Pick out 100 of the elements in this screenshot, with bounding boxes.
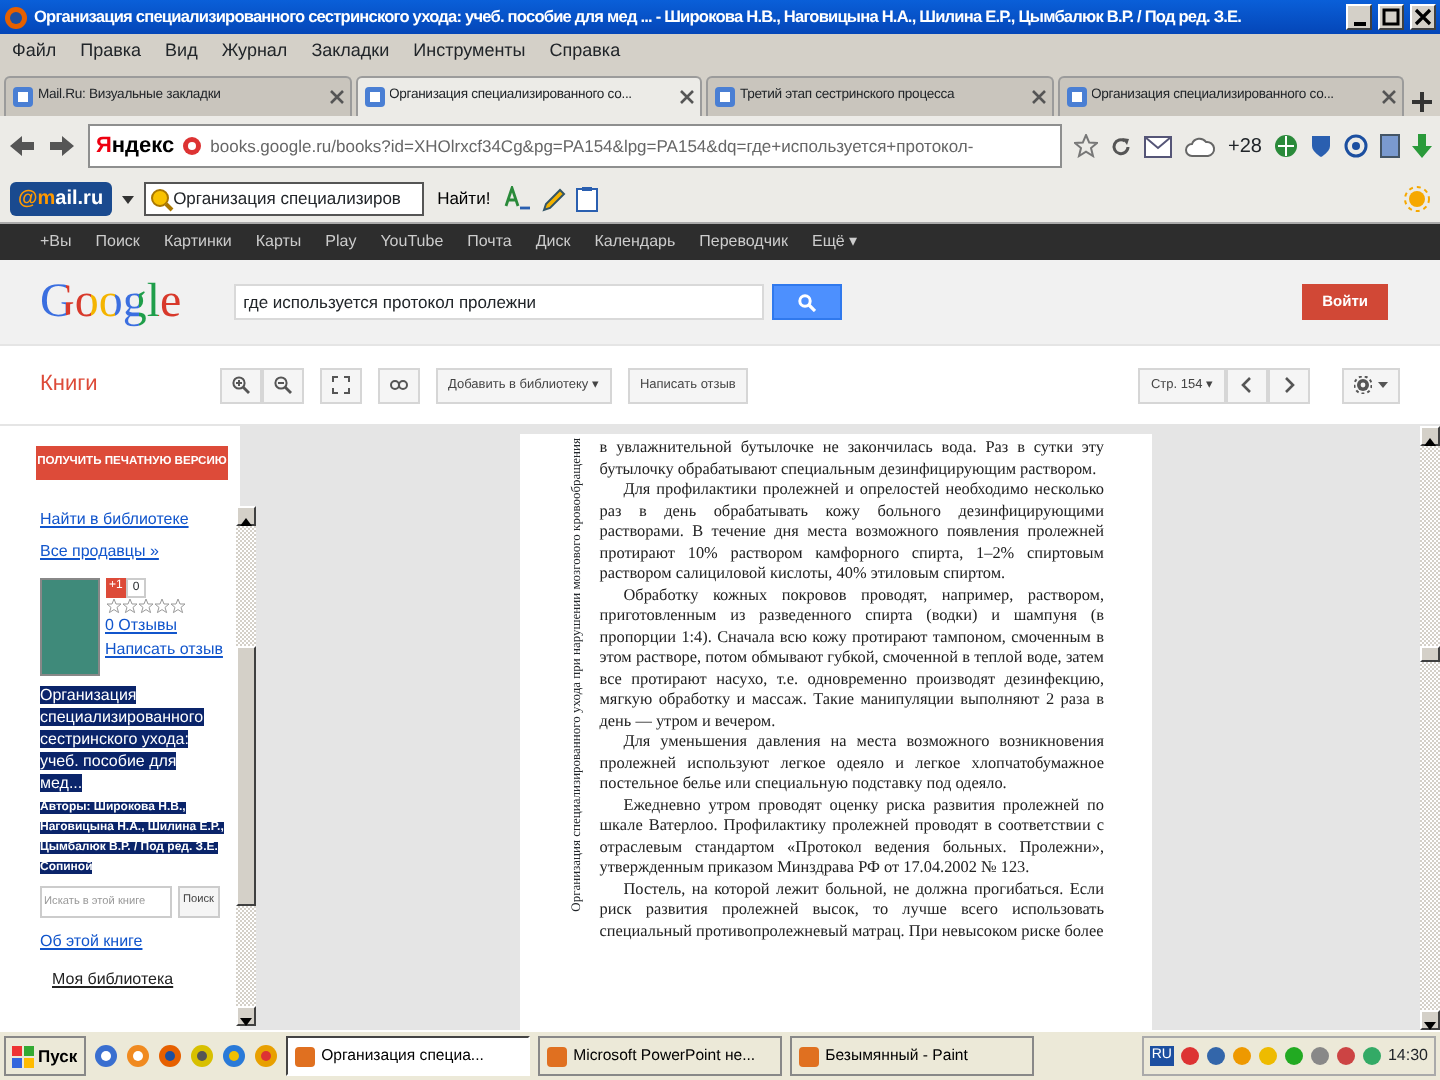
menu-item[interactable]: Инструменты — [413, 38, 526, 66]
app-icon — [545, 1045, 568, 1067]
sidebar-link[interactable]: Найти в библиотеке — [40, 508, 240, 532]
app-icon[interactable] — [93, 1044, 118, 1068]
tray-icon[interactable] — [1309, 1046, 1330, 1066]
link-button[interactable] — [378, 367, 420, 403]
menu-item[interactable]: Справка — [549, 38, 621, 66]
arrow-down-icon — [238, 1014, 254, 1031]
arrow-up-icon — [238, 514, 254, 531]
search-logo: Яндекс — [96, 131, 175, 162]
search-field[interactable]: где используется протокол пролежни — [233, 284, 764, 320]
nav-link[interactable]: Диск — [535, 230, 571, 254]
mail-logo[interactable]: @mail.ru — [10, 182, 112, 216]
maximize-button[interactable] — [1378, 4, 1404, 30]
minimize-icon — [1353, 21, 1365, 25]
reload-icon[interactable] — [1110, 135, 1133, 157]
maximize-icon — [1382, 8, 1400, 26]
previous-page-button[interactable] — [1226, 367, 1268, 403]
about-book-link[interactable]: Об этой книге — [40, 930, 240, 954]
browser-icon — [4, 5, 28, 29]
scrollbar[interactable] — [1420, 426, 1440, 1030]
new-tab-icon[interactable] — [1408, 88, 1436, 116]
nav-link[interactable]: Переводчик — [699, 230, 788, 254]
page-icon — [363, 86, 385, 108]
nav-link[interactable]: +Вы — [40, 230, 72, 254]
close-button[interactable] — [1410, 4, 1436, 30]
paragraph: Постель, на которой лежит больной, не должна прогибаться. Если риск развития пролежней высок, то лучше всего использовать специальный противопролежневый матрац. При невысоком риске более — [599, 879, 1104, 942]
app-icon — [293, 1045, 316, 1067]
scrollbar-thumb[interactable] — [1420, 646, 1440, 662]
app-icon[interactable] — [189, 1044, 214, 1068]
caret-icon[interactable] — [121, 195, 134, 203]
next-page-button[interactable] — [1268, 367, 1310, 403]
tray-icon[interactable] — [1179, 1046, 1200, 1066]
chevron-right-icon — [1280, 376, 1298, 394]
cloud-icon[interactable] — [1184, 135, 1217, 157]
write-review-link[interactable]: Написать отзыв — [105, 637, 223, 661]
menu-item[interactable]: Вид — [165, 38, 198, 66]
close-icon[interactable] — [329, 90, 343, 104]
fullscreen-icon — [332, 376, 350, 394]
scrollbar[interactable] — [236, 506, 256, 1026]
fullscreen-button[interactable] — [320, 367, 362, 403]
star-icon[interactable] — [1074, 134, 1099, 158]
tray-icon[interactable] — [1335, 1046, 1356, 1066]
search-button[interactable] — [771, 284, 842, 320]
scrollbar-thumb[interactable] — [236, 646, 256, 906]
forward-icon[interactable] — [48, 134, 76, 158]
app-icon[interactable] — [221, 1044, 246, 1068]
menu-item[interactable]: Закладки — [311, 38, 390, 66]
close-icon — [1414, 8, 1432, 26]
menu-item[interactable]: Файл — [12, 38, 57, 66]
my-library-link[interactable]: Моя библиотека — [52, 967, 240, 991]
download-icon[interactable] — [1412, 134, 1432, 158]
zoom-in-icon — [232, 376, 250, 394]
page-icon — [714, 86, 736, 108]
clock-text: 14:30 — [1387, 1044, 1428, 1068]
menu-item[interactable]: Журнал — [221, 38, 288, 66]
arrow-up-icon — [1422, 434, 1438, 451]
page-icon — [1065, 86, 1087, 108]
spell-check-icon[interactable] — [504, 186, 533, 212]
sidebar-link[interactable]: Все продавцы » — [40, 540, 240, 564]
find-button[interactable]: Найти! — [433, 186, 495, 212]
shield-icon[interactable] — [1310, 134, 1332, 158]
search-field[interactable]: Организация специализиров — [143, 182, 424, 216]
nav-link[interactable]: Поиск — [95, 230, 140, 254]
start-button[interactable]: Пуск — [4, 1036, 86, 1076]
zoom-out-button[interactable] — [262, 367, 304, 403]
clipboard-icon[interactable] — [576, 186, 599, 212]
app-icon[interactable] — [253, 1044, 278, 1068]
windows-logo-icon — [12, 1045, 34, 1067]
minimize-button[interactable] — [1346, 4, 1372, 30]
page-icon — [12, 86, 34, 108]
menu-item[interactable]: Правка — [80, 38, 142, 66]
settings-icon — [1354, 376, 1372, 394]
chevron-left-icon — [1238, 376, 1256, 394]
nav-link[interactable]: Календарь — [594, 230, 676, 254]
nav-link[interactable]: Почта — [467, 230, 512, 254]
paragraph: Для уменьшения давления на места возможного возникновения пролежней используют легкое одеяло и легкое хлопчатобумажное постельное белье или специальную подставку под одеяло. — [599, 732, 1104, 795]
section-title[interactable]: Книги — [40, 368, 204, 402]
reviews-link[interactable]: 0 Отзывы — [105, 613, 223, 637]
nav-link[interactable]: Картинки — [163, 230, 232, 254]
address-bar[interactable]: Яндекс books.google.ru/books?id=XHOlrxcf34Cg&pg=PA154&lpg=PA154&dq=где+используется+протокол- — [88, 124, 1063, 168]
book-title: Организация специализированного сестринского ухода: учеб. пособие для мед... — [40, 683, 206, 793]
back-icon[interactable] — [8, 134, 36, 158]
arrow-down-icon — [1422, 1018, 1438, 1035]
nav-link[interactable]: Карты — [255, 230, 302, 254]
close-icon[interactable] — [680, 90, 694, 104]
zoom-in-button[interactable] — [220, 367, 262, 403]
tray-icon[interactable] — [1205, 1046, 1226, 1066]
nav-link[interactable]: Play — [325, 230, 357, 254]
close-icon[interactable] — [1031, 90, 1045, 104]
app-icon[interactable] — [157, 1044, 182, 1068]
mail-icon[interactable] — [1144, 135, 1173, 157]
settings-button[interactable] — [1342, 367, 1400, 403]
document-icon[interactable] — [1380, 134, 1400, 158]
close-icon[interactable] — [1382, 90, 1396, 104]
app-icon — [797, 1045, 820, 1067]
paragraph: Обработку кожных покровов проводят, например, раствором, приготовленным из разведенного спирта (водки) и шампуня (в пропорции 1:4). Сначала всю кожу протирают тампоном, смоченным в этом растворе, потом обмывают губкой, смоченной в теплой воде, затем все протирают насухо, т.е. одновременно производят дезинфекцию, мягкую обработку и массаж. Такие манипуляции выполняют 2 раза в день — утром и вечером. — [599, 585, 1104, 732]
pencil-icon[interactable] — [542, 187, 567, 211]
nav-link[interactable]: YouTube — [380, 230, 444, 254]
nav-link[interactable]: Ещё ▾ — [811, 230, 858, 254]
